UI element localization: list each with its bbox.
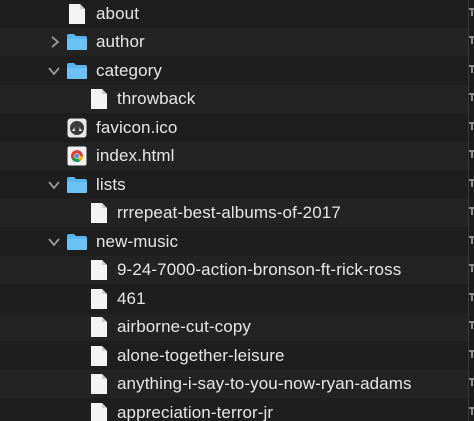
tree-item-label: alone-together-leisure (117, 346, 285, 365)
tree-item-461[interactable]: 461 (0, 285, 468, 313)
tree-item-label: 461 (117, 289, 146, 308)
tree-item-label: appreciation-terror-jr (117, 403, 274, 421)
file-tree: about author category throwback favicon.… (0, 0, 474, 421)
tree-item-label: favicon.ico (96, 118, 178, 137)
tree-item-index-html[interactable]: index.html (0, 142, 468, 170)
tree-item-alone-together-leisure[interactable]: alone-together-leisure (0, 342, 468, 370)
chrome-icon (67, 146, 87, 166)
tree-item-airborne-cut-copy[interactable]: airborne-cut-copy (0, 313, 468, 341)
folder-icon (66, 176, 88, 194)
tree-item-appreciation-terror-jr[interactable]: appreciation-terror-jr (0, 399, 468, 421)
file-icon (68, 3, 86, 25)
chevron-down-icon[interactable] (47, 178, 61, 192)
folder-icon (66, 233, 88, 251)
tree-item-about[interactable]: about (0, 0, 468, 28)
tree-item-category[interactable]: category (0, 57, 468, 85)
folder-icon (66, 62, 88, 80)
tree-item-label: category (96, 61, 163, 80)
tree-item-new-music[interactable]: new-music (0, 228, 468, 256)
file-icon (90, 402, 108, 421)
tree-item-label: lists (96, 175, 126, 194)
image-icon (67, 118, 87, 138)
tree-item-throwback[interactable]: throwback (0, 85, 468, 113)
tree-item-label: throwback (117, 89, 196, 108)
file-icon (90, 288, 108, 310)
tree-item-author[interactable]: author (0, 28, 468, 56)
tree-item-anything-i-say-to-you-now-ryan-adams[interactable]: anything-i-say-to-you-now-ryan-adams (0, 370, 468, 398)
chevron-down-icon[interactable] (47, 235, 61, 249)
file-icon (90, 345, 108, 367)
file-icon (90, 259, 108, 281)
tree-item-rrrepeat-best-albums-of-2017[interactable]: rrrepeat-best-albums-of-2017 (0, 199, 468, 227)
file-icon (90, 373, 108, 395)
tree-item-favicon[interactable]: favicon.ico (0, 114, 468, 142)
tree-item-label: index.html (96, 146, 175, 165)
tree-item-lists[interactable]: lists (0, 171, 468, 199)
tree-item-label: 9-24-7000-action-bronson-ft-rick-ross (117, 260, 402, 279)
tree-item-label: rrrepeat-best-albums-of-2017 (117, 203, 341, 222)
chevron-right-icon[interactable] (48, 35, 62, 49)
tree-item-label: anything-i-say-to-you-now-ryan-adams (117, 374, 412, 393)
file-icon (90, 202, 108, 224)
file-icon (90, 316, 108, 338)
tree-item-label: new-music (96, 232, 179, 251)
tree-item-label: author (96, 32, 145, 51)
file-icon (90, 88, 108, 110)
tree-item-9-24-7000-action-bronson-ft-rick-ross[interactable]: 9-24-7000-action-bronson-ft-rick-ross (0, 256, 468, 284)
folder-icon (66, 33, 88, 51)
chevron-down-icon[interactable] (47, 64, 61, 78)
tree-item-label: airborne-cut-copy (117, 317, 251, 336)
tree-item-label: about (96, 4, 140, 23)
